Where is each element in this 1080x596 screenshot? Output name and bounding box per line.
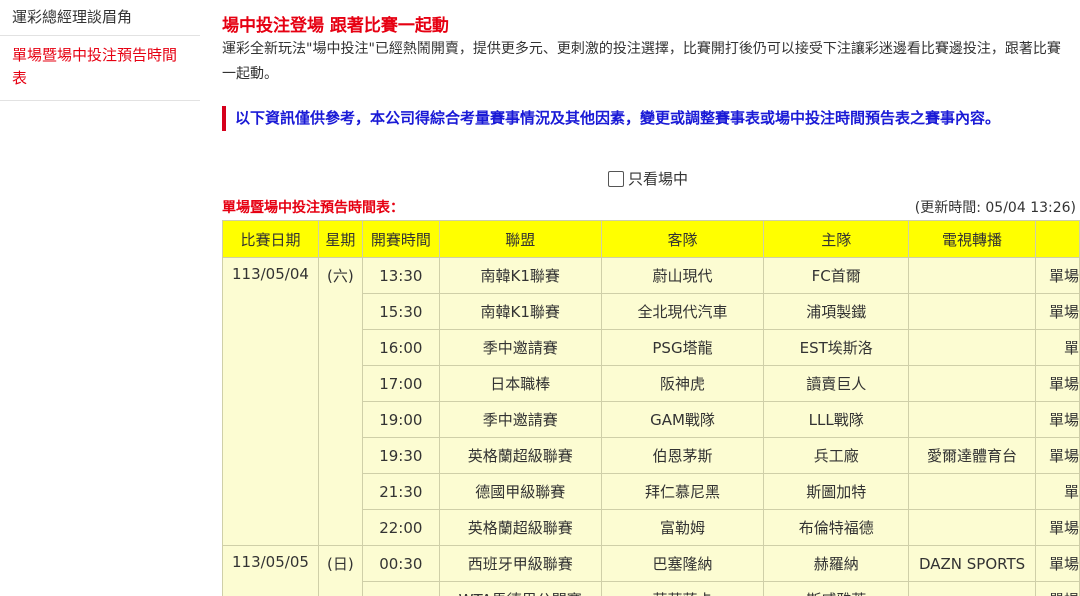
col-header-date: 比賽日期 (222, 220, 319, 258)
col-header-weekday: 星期 (317, 220, 363, 258)
match-weekday: (六) (317, 257, 363, 546)
intro-text: 運彩全新玩法"場中投注"已經熱鬧開賣，提供更多元、更刺激的投注選擇，比賽開打後仍… (222, 41, 1061, 82)
col-header-home: 主隊 (763, 220, 910, 258)
match-date: 113/05/05 (222, 545, 319, 596)
tv-channel: DAZN SPORTS (908, 545, 1036, 582)
home-team: 布倫特福德 (763, 509, 910, 546)
league: 德國甲級聯賽 (438, 473, 602, 510)
table-row: 113/05/05 (日) 00:30 西班牙甲級聯賽 巴塞隆納 赫羅納 DAZN SPOR… (222, 545, 1080, 596)
live-only-label: 只看場中 (628, 170, 689, 188)
live-only-filter[interactable]: 只看場中 (608, 168, 688, 189)
away-team: 阪神虎 (600, 365, 765, 402)
league: 西班牙甲級聯賽 (438, 545, 602, 582)
bet-type[interactable]: 單場 (1035, 401, 1080, 438)
away-team: 富勒姆 (600, 509, 765, 546)
bet-type[interactable]: 單場 (1035, 437, 1080, 474)
home-team: 浦項製鐵 (763, 293, 910, 330)
league: 南韓K1聯賽 (438, 257, 602, 294)
schedule-table: 比賽日期 星期 開賽時間 聯盟 客隊 主隊 電視轉播 113/05/04 (六) 1… (222, 220, 1080, 596)
time: 19:30 (361, 437, 440, 474)
tv-channel (908, 329, 1036, 366)
bet-type[interactable]: 單場 (1035, 257, 1080, 294)
time: 17:00 (361, 365, 440, 402)
col-header-time: 開賽時間 (361, 220, 440, 258)
time: 15:30 (361, 293, 440, 330)
schedule-table-title: 單場暨場中投注預告時間表： (222, 200, 404, 216)
bet-type[interactable]: 單場 (1035, 545, 1080, 582)
tv-channel (908, 509, 1036, 546)
bet-type[interactable]: 單場 (1035, 293, 1080, 330)
home-team: 赫羅納 (763, 545, 910, 582)
tv-channel (908, 581, 1036, 596)
match-date: 113/05/04 (222, 257, 319, 546)
away-team: 巴塞隆納 (600, 545, 765, 582)
away-team: 伯恩茅斯 (600, 437, 765, 474)
col-header-tv: 電視轉播 (908, 220, 1036, 258)
away-team: 莎莉蓮卡 (600, 581, 765, 596)
col-header-league: 聯盟 (438, 220, 602, 258)
tv-channel (908, 257, 1036, 294)
league: 日本職棒 (438, 365, 602, 402)
disclaimer-notice: 以下資訊僅供參考，本公司得綜合考量賽事情況及其他因素，變更或調整賽事表或場中投注… (222, 106, 1072, 131)
league: 季中邀請賽 (438, 401, 602, 438)
home-team: 兵工廠 (763, 437, 910, 474)
home-team: 斯威雅蒂 (763, 581, 910, 596)
tv-channel (908, 473, 1036, 510)
bet-type[interactable]: 單場 (1035, 509, 1080, 546)
tv-channel (908, 401, 1036, 438)
away-team: 拜仁慕尼黑 (600, 473, 765, 510)
time: 21:30 (361, 473, 440, 510)
away-team: 蔚山現代 (600, 257, 765, 294)
tv-channel (908, 293, 1036, 330)
tv-channel (908, 365, 1036, 402)
home-team: FC首爾 (763, 257, 910, 294)
time: 13:30 (361, 257, 440, 294)
league: 南韓K1聯賽 (438, 293, 602, 330)
league: 英格蘭超級聯賽 (438, 509, 602, 546)
time: 19:00 (361, 401, 440, 438)
league: 季中邀請賽 (438, 329, 602, 366)
bet-type[interactable]: 單場 (1035, 365, 1080, 402)
sidebar-item-schedule[interactable]: 單場暨場中投注預告時間表 (0, 36, 200, 101)
time: 16:00 (361, 329, 440, 366)
page-headline: 場中投注登場 跟著比賽一起動 (222, 16, 449, 36)
time (361, 581, 440, 596)
update-time: (更新時間: 05/04 13:26) (914, 200, 1076, 216)
time: 22:00 (361, 509, 440, 546)
table-row: 113/05/04 (六) 13:30 南韓K1聯賽 蔚山現代 FC首爾 單場 (222, 257, 1080, 546)
col-header-away: 客隊 (600, 220, 765, 258)
tv-channel: 愛爾達體育台 (908, 437, 1036, 474)
away-team: GAM戰隊 (600, 401, 765, 438)
bet-type[interactable]: 單場 (1035, 581, 1080, 596)
away-team: PSG塔龍 (600, 329, 765, 366)
bet-type[interactable]: 單 (1035, 329, 1080, 366)
league: 英格蘭超級聯賽 (438, 437, 602, 474)
home-team: 讀賣巨人 (763, 365, 910, 402)
sidebar-item-manager-talk[interactable]: 運彩總經理談眉角 (0, 0, 200, 36)
table-header-row: 比賽日期 星期 開賽時間 聯盟 客隊 主隊 電視轉播 (222, 220, 1080, 258)
away-team: 全北現代汽車 (600, 293, 765, 330)
time: 00:30 (361, 545, 440, 582)
col-header-type (1035, 220, 1080, 258)
bet-type[interactable]: 單 (1035, 473, 1080, 510)
home-team: 斯圖加特 (763, 473, 910, 510)
live-only-checkbox[interactable] (608, 170, 624, 187)
disclaimer-text: 以下資訊僅供參考，本公司得綜合考量賽事情況及其他因素，變更或調整賽事表或場中投注… (235, 109, 1001, 127)
match-weekday: (日) (317, 545, 363, 596)
league: WTA馬德里公開賽 (438, 581, 602, 596)
home-team: LLL戰隊 (763, 401, 910, 438)
home-team: EST埃斯洛 (763, 329, 910, 366)
sidebar: 運彩總經理談眉角 單場暨場中投注預告時間表 (0, 0, 200, 101)
